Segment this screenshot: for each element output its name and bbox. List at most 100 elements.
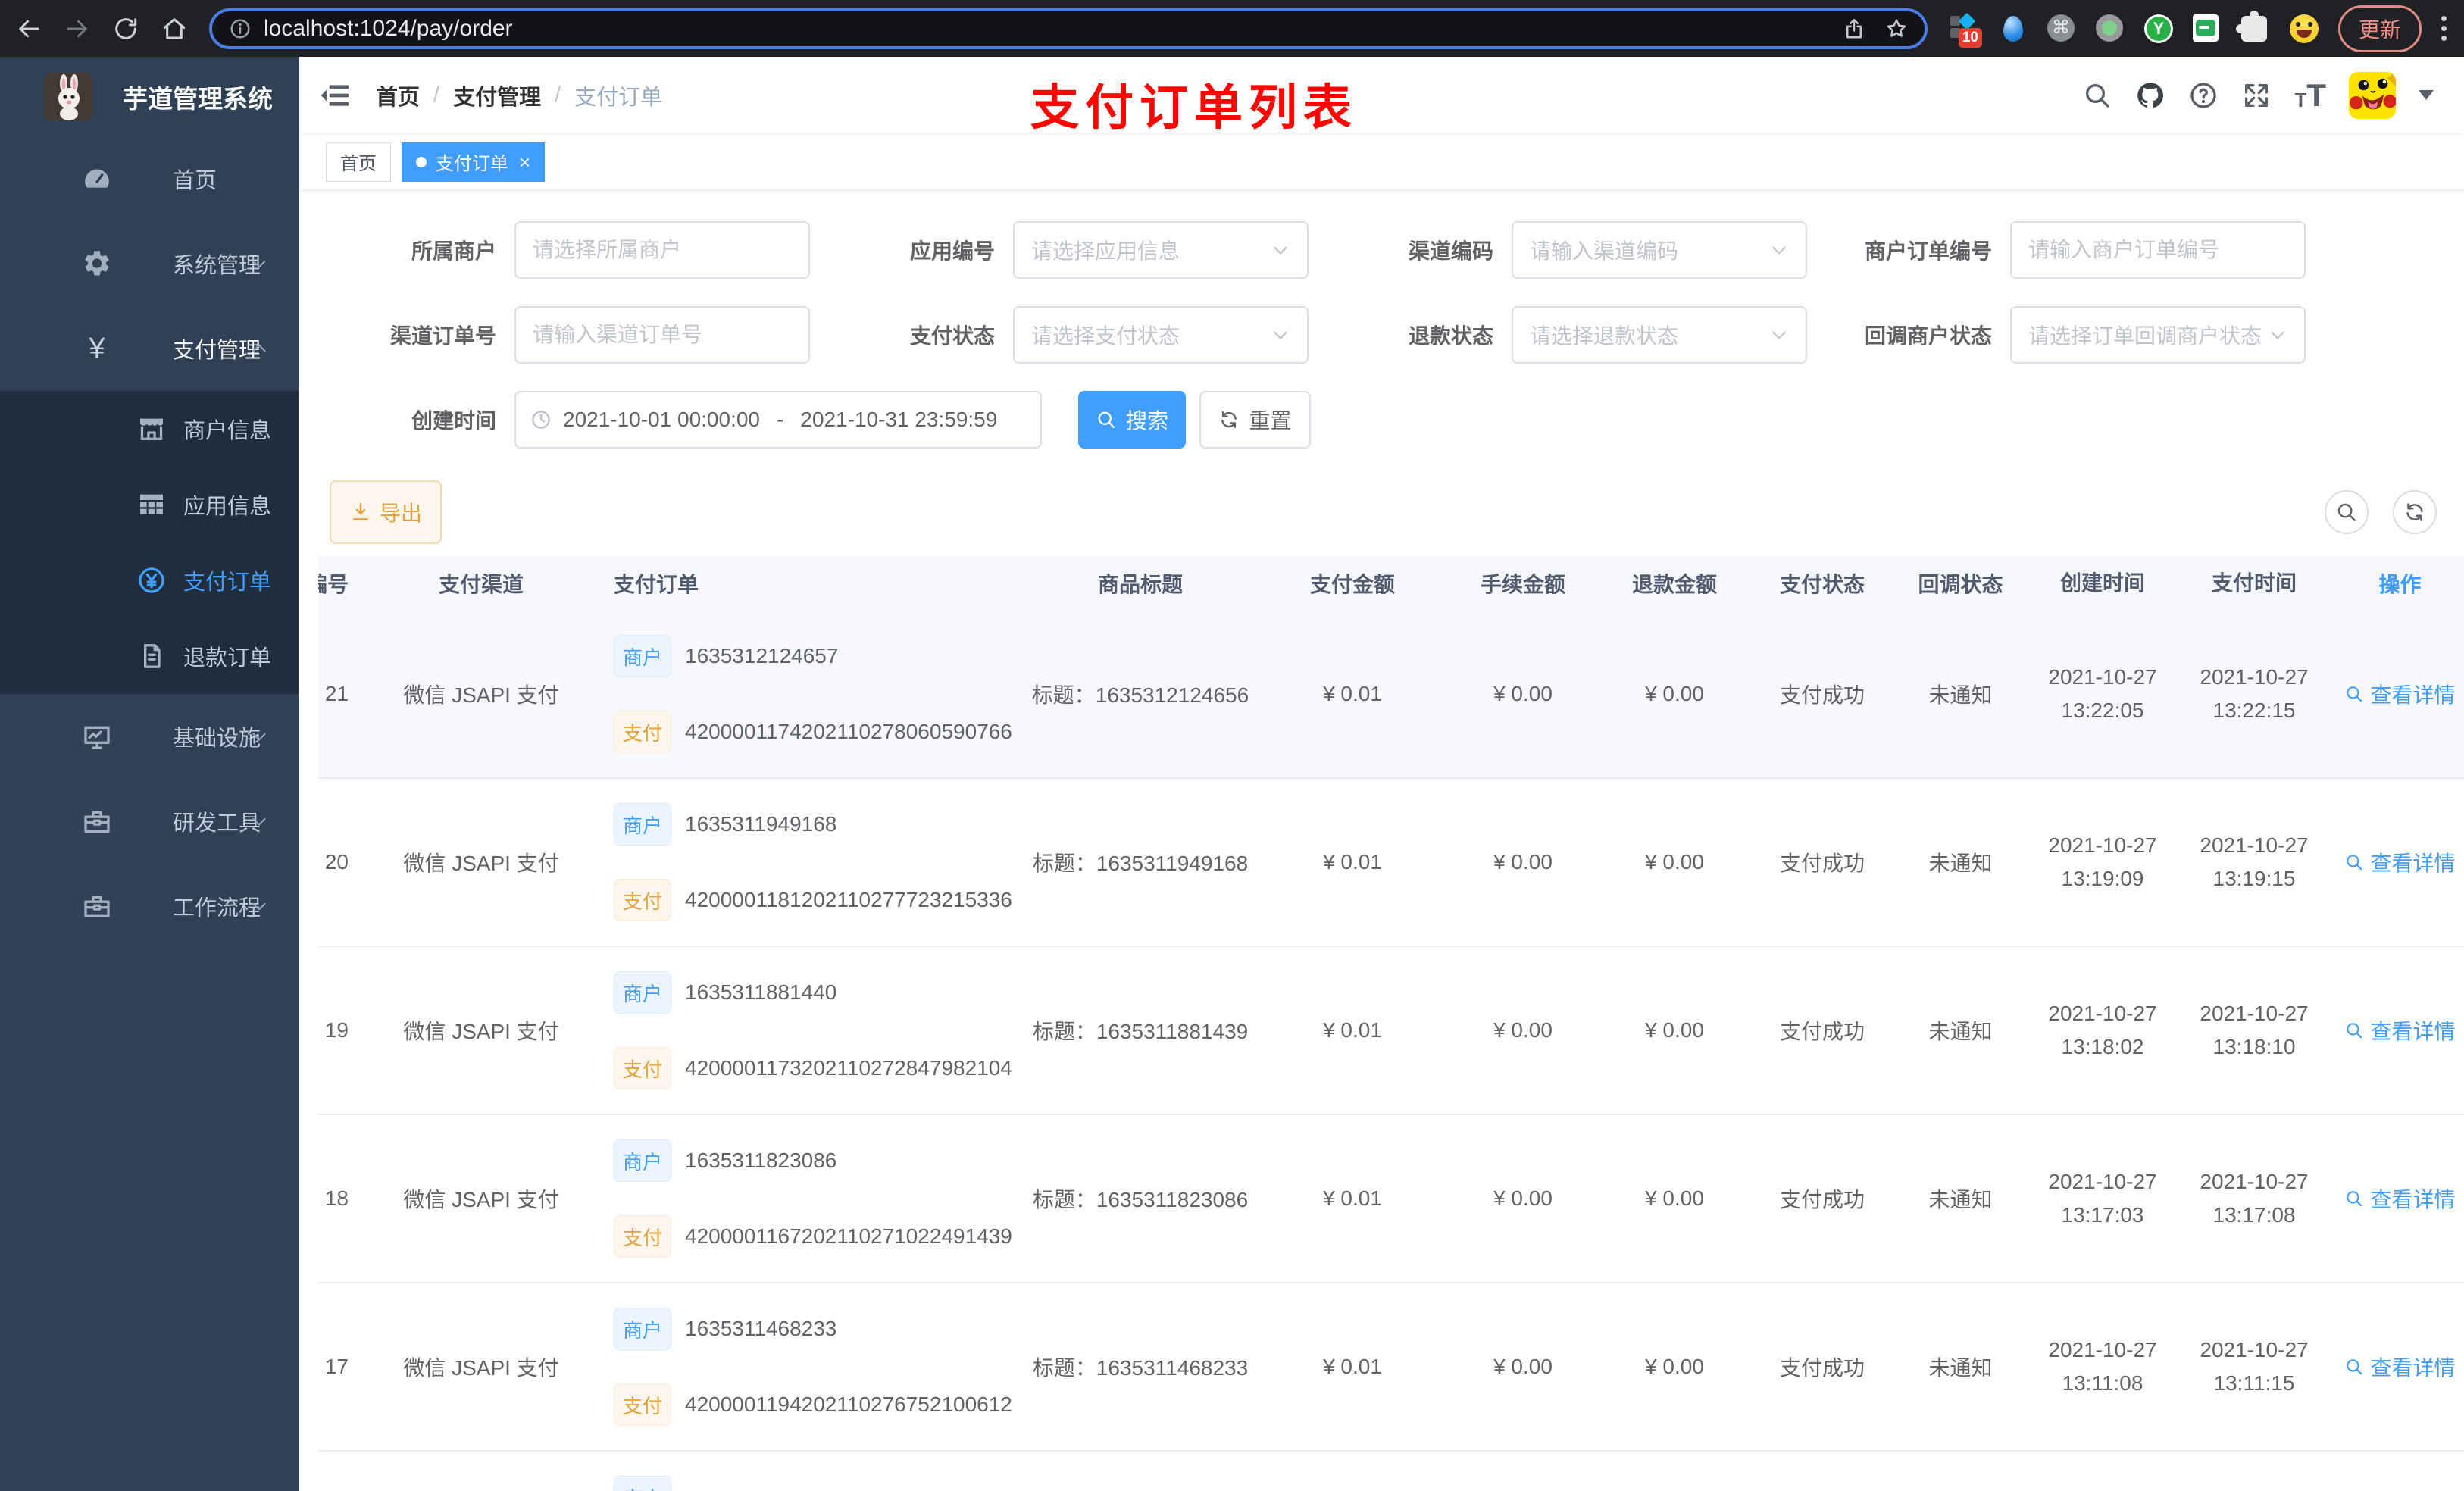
cell-order: 商户 1635311949168 支付 42000011812021102777… xyxy=(599,803,1023,921)
tab-pay-order[interactable]: 支付订单 × xyxy=(402,142,546,182)
emoji-extension-icon[interactable] xyxy=(2289,14,2319,43)
cell-pay-time: 2021-10-27 13:18:10 xyxy=(2200,1002,2309,1058)
view-detail-link[interactable]: 查看详情 xyxy=(2330,679,2464,709)
cell-pay-time: 2021-10-27 13:11:15 xyxy=(2200,1338,2309,1395)
home-icon[interactable] xyxy=(161,15,188,42)
browser-update-button[interactable]: 更新 xyxy=(2337,5,2422,52)
export-button[interactable]: 导出 xyxy=(330,480,442,544)
forward-icon[interactable] xyxy=(64,15,91,42)
merchant-order-no: 1635311823086 xyxy=(685,1149,837,1172)
toggle-search-button[interactable] xyxy=(2325,490,2369,534)
site-info-icon[interactable] xyxy=(229,17,252,40)
shop-icon xyxy=(140,418,163,440)
select-placeholder: 请选择支付状态 xyxy=(1031,324,1180,348)
sidebar-item-system[interactable]: 系统管理 xyxy=(0,221,299,306)
tab-label: 支付订单 xyxy=(436,154,508,174)
view-detail-link[interactable]: 查看详情 xyxy=(2330,847,2464,877)
avatar[interactable] xyxy=(2349,71,2396,119)
sidebar-fold-icon[interactable] xyxy=(318,79,352,112)
sidebar-item-pay-order[interactable]: 支付订单 xyxy=(0,542,299,618)
col-header-pay-amount: 支付金额 xyxy=(1309,573,1395,596)
font-size-icon[interactable]: TT xyxy=(2294,79,2326,111)
browser-menu-icon[interactable] xyxy=(2441,16,2449,41)
tab-home[interactable]: 首页 xyxy=(326,142,391,182)
sidebar-item-label: 首页 xyxy=(173,169,217,193)
cell-create-time: 2021-10-27 13:18:02 xyxy=(2048,1002,2157,1058)
refund-status-select[interactable]: 请选择退款状态 xyxy=(1512,306,1807,364)
search-icon[interactable] xyxy=(2082,80,2112,111)
breadcrumb: 首页 / 支付管理 / 支付订单 xyxy=(376,80,662,111)
sidebar-item-workflow[interactable]: 工作流程 xyxy=(0,864,299,949)
github-icon[interactable] xyxy=(2135,80,2165,111)
chevron-down-icon xyxy=(1772,246,1786,255)
cell-channel: 微信 JSAPI 支付 xyxy=(403,1356,559,1380)
close-icon[interactable]: × xyxy=(519,152,530,172)
cell-refund-amount: ¥ 0.00 xyxy=(1645,850,1704,874)
refresh-table-button[interactable] xyxy=(2393,490,2437,534)
chevron-down-icon xyxy=(252,260,266,268)
green-y-extension-icon[interactable]: Y xyxy=(2143,14,2173,43)
app-id-select[interactable]: 请选择应用信息 xyxy=(1013,221,1309,279)
merchant-input[interactable] xyxy=(533,238,792,262)
cell-pay-time: 2021-10-27 13:22:15 xyxy=(2200,665,2309,722)
sidebar-item-merchant-info[interactable]: 商户信息 xyxy=(0,391,299,467)
view-detail-link[interactable]: 查看详情 xyxy=(2330,1015,2464,1046)
avatar-caret-icon[interactable] xyxy=(2419,90,2434,100)
cell-create-time: 2021-10-27 13:17:03 xyxy=(2048,1170,2157,1227)
pinned-tiles-extension-icon[interactable]: 10 xyxy=(1950,12,1982,48)
sidebar-item-infrastructure[interactable]: 基础设施 xyxy=(0,694,299,779)
date-start[interactable]: 2021-10-01 00:00:00 xyxy=(563,408,760,432)
refresh-icon xyxy=(2406,503,2423,521)
address-bar[interactable]: localhost:1024/pay/order xyxy=(209,8,1928,49)
puzzle-extensions-icon[interactable] xyxy=(2235,10,2270,43)
reset-button[interactable]: 重置 xyxy=(1199,391,1311,449)
browser-toolbar: localhost:1024/pay/order 10 ⌘ Y 更新 xyxy=(0,0,2464,57)
view-detail-link[interactable]: 查看详情 xyxy=(2330,1183,2464,1214)
command-extension-icon[interactable]: ⌘ xyxy=(2047,14,2076,43)
cell-title: 标题：1635311823086 xyxy=(1032,1188,1249,1211)
sidebar-item-refund-order[interactable]: 退款订单 xyxy=(0,618,299,694)
breadcrumb-home[interactable]: 首页 xyxy=(376,80,420,111)
view-detail-label: 查看详情 xyxy=(2370,683,2456,707)
merchant-order-no-input[interactable] xyxy=(2028,238,2287,262)
sidebar-item-label: 商户信息 xyxy=(183,419,272,443)
sidebar-item-home[interactable]: 首页 xyxy=(0,136,299,221)
cell-pay-status: 支付成功 xyxy=(1779,683,1865,707)
breadcrumb-payment[interactable]: 支付管理 xyxy=(453,80,541,111)
pay-order-no: 4200001174202110278060590766 xyxy=(685,720,1012,743)
search-button[interactable]: 搜索 xyxy=(1078,391,1186,449)
sidebar-item-dev-tools[interactable]: 研发工具 xyxy=(0,779,299,864)
app-logo-row[interactable]: 芋道管理系统 xyxy=(0,57,299,136)
notify-status-select[interactable]: 请选择订单回调商户状态 xyxy=(2010,306,2306,364)
share-icon[interactable] xyxy=(1843,17,1865,40)
cell-channel: 微信 JSAPI 支付 xyxy=(403,683,559,707)
sidebar-item-app-info[interactable]: 应用信息 xyxy=(0,467,299,542)
fullscreen-icon[interactable] xyxy=(2241,80,2272,111)
orders-table: 编号 支付渠道 支付订单 商品标题 支付金额 手续金额 退款金额 支付状态 回调… xyxy=(318,556,2464,1491)
view-detail-link[interactable]: 查看详情 xyxy=(2330,1352,2464,1382)
col-header-fee: 手续金额 xyxy=(1480,573,1565,596)
date-range-picker[interactable]: 2021-10-01 00:00:00 - 2021-10-31 23:59:5… xyxy=(514,391,1042,449)
recorder-extension-icon[interactable] xyxy=(2095,14,2125,43)
view-detail-label: 查看详情 xyxy=(2370,1188,2456,1211)
chat-extension-icon[interactable] xyxy=(2192,14,2222,43)
navbar: 首页 / 支付管理 / 支付订单 支付订单列表 TT xyxy=(299,57,2464,135)
table-row: 21 微信 JSAPI 支付 商户 1635312124657 支付 42000… xyxy=(318,611,2464,779)
bookmark-star-icon[interactable] xyxy=(1885,17,1908,40)
date-end[interactable]: 2021-10-31 23:59:59 xyxy=(800,408,997,432)
col-header-create-time: 创建时间 xyxy=(2059,571,2145,595)
cell-id: 18 xyxy=(324,1186,349,1210)
pay-status-select[interactable]: 请选择支付状态 xyxy=(1013,306,1309,364)
dashboard-icon xyxy=(85,169,109,188)
back-icon[interactable] xyxy=(15,15,42,42)
reload-icon[interactable] xyxy=(112,15,139,42)
col-header-channel: 支付渠道 xyxy=(438,573,524,596)
channel-order-no-input[interactable] xyxy=(533,323,792,347)
download-icon xyxy=(352,503,368,520)
channel-code-select[interactable]: 请输入渠道编码 xyxy=(1512,221,1807,279)
balloon-extension-icon[interactable] xyxy=(1999,14,2028,43)
url-text[interactable]: localhost:1024/pay/order xyxy=(264,16,1823,42)
sidebar-item-payment[interactable]: ¥ 支付管理 xyxy=(0,306,299,391)
help-icon[interactable] xyxy=(2188,80,2219,111)
select-placeholder: 请选择订单回调商户状态 xyxy=(2028,324,2262,348)
